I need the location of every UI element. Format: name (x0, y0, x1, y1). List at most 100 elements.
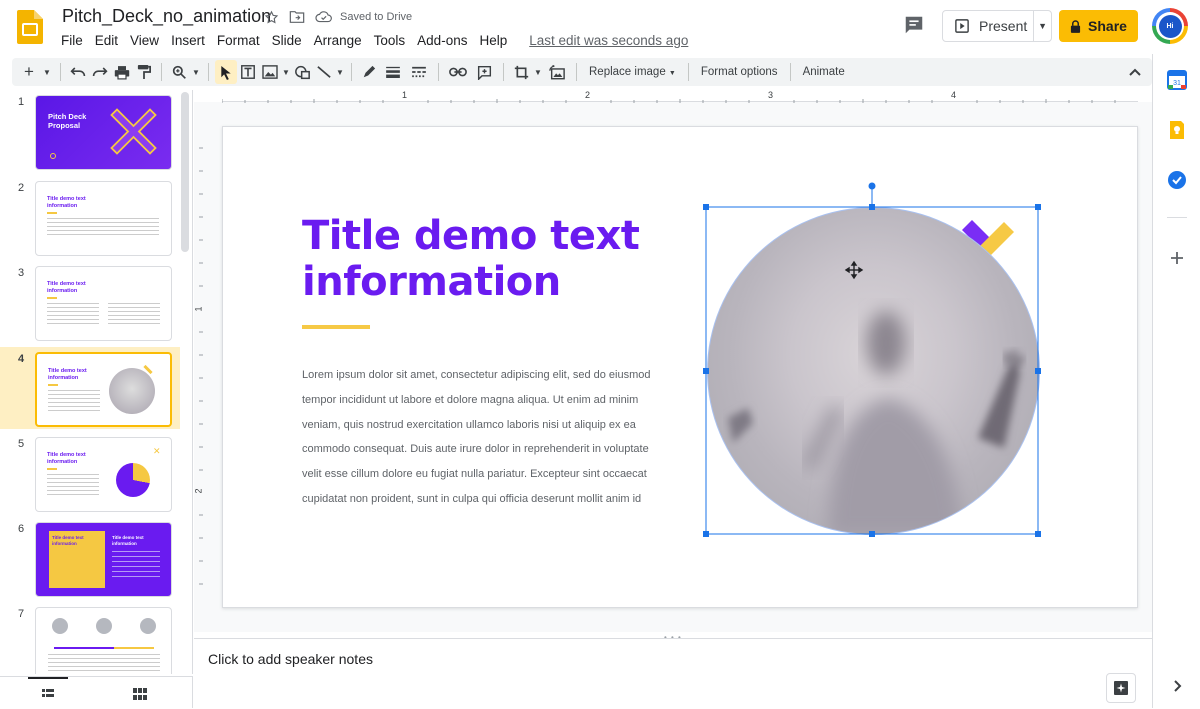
undo-icon[interactable] (67, 60, 89, 84)
crop-dropdown-icon[interactable]: ▼ (532, 60, 544, 84)
thumb-title: Title demo text information (47, 281, 86, 294)
ruler-label-2: 2 (585, 90, 591, 100)
replace-image-label: Replace image (589, 66, 666, 78)
collapse-toolbar-icon[interactable] (1128, 64, 1142, 82)
ruler-ticks (221, 99, 1116, 103)
text-box-icon[interactable] (237, 60, 259, 84)
slide-preview: Title demo text information (35, 266, 172, 341)
slide-thumbnail-6[interactable]: 6 Title demo text information Title demo… (0, 517, 180, 599)
border-dash-icon[interactable] (406, 60, 432, 84)
account-avatar[interactable]: Hi (1152, 8, 1188, 44)
thumb-body-lines (47, 218, 159, 238)
move-folder-icon[interactable] (288, 8, 306, 26)
person-behind-glass-photo[interactable] (707, 207, 1040, 535)
explore-button[interactable] (1106, 673, 1136, 703)
slide-thumbnail-2[interactable]: 2 Title demo text information (0, 176, 180, 258)
format-options-button[interactable]: Format options (695, 66, 784, 78)
menu-tools[interactable]: Tools (368, 31, 412, 50)
menu-view[interactable]: View (124, 31, 165, 50)
select-cursor-icon[interactable] (215, 60, 237, 84)
thumb-underline (48, 384, 58, 386)
zoom-icon[interactable] (168, 60, 190, 84)
new-slide-icon[interactable]: + (18, 60, 40, 84)
menu-edit[interactable]: Edit (89, 31, 124, 50)
horizontal-ruler[interactable]: 1 2 3 4 (221, 90, 1138, 103)
line-dropdown-icon[interactable]: ▼ (335, 60, 345, 84)
cloud-saved-icon[interactable] (314, 8, 332, 26)
keep-icon[interactable] (1167, 120, 1187, 140)
thumb-body-lines (48, 390, 100, 412)
slide-thumbnail-5[interactable]: 5 Title demo text information ✕ (0, 432, 180, 514)
speaker-notes-panel[interactable]: Click to add speaker notes (194, 638, 1152, 676)
share-button[interactable]: Share (1059, 10, 1138, 42)
filmstrip-view-icon[interactable] (28, 677, 68, 709)
print-icon[interactable] (111, 60, 133, 84)
slide-title[interactable]: Title demo text information (302, 213, 642, 305)
menu-insert[interactable]: Insert (165, 31, 211, 50)
slide-number: 7 (18, 608, 25, 620)
thumb-dot (50, 153, 56, 159)
ruler-v-label-1: 1 (193, 306, 204, 312)
comment-history-icon[interactable] (903, 14, 925, 36)
side-panel: 31 (1152, 54, 1200, 708)
title-actions: Saved to Drive (262, 8, 412, 26)
slide-preview: Title demo text information Title demo t… (35, 522, 172, 597)
current-slide[interactable]: Title demo text information Lorem ipsum … (222, 126, 1138, 608)
grid-view-icon[interactable] (133, 687, 147, 705)
thumb-title: Pitch Deck Proposal (48, 112, 87, 130)
menu-arrange[interactable]: Arrange (308, 31, 368, 50)
new-slide-dropdown-icon[interactable]: ▼ (40, 60, 54, 84)
selected-image[interactable] (707, 207, 1040, 535)
animate-button[interactable]: Animate (797, 66, 851, 78)
document-title[interactable]: Pitch_Deck_no_animation (62, 6, 271, 27)
explore-icon (1114, 681, 1128, 695)
thumb-title: Title demo text information (52, 535, 84, 546)
menu-format[interactable]: Format (211, 31, 266, 50)
menu-bar: File Edit View Insert Format Slide Arran… (55, 31, 694, 50)
menu-addons[interactable]: Add-ons (411, 31, 473, 50)
thumb-body-lines (47, 303, 99, 327)
redo-icon[interactable] (89, 60, 111, 84)
filmstrip-scrollbar[interactable] (181, 92, 189, 252)
thumb-title-2: Title demo text information (112, 535, 144, 546)
add-comment-icon[interactable] (471, 60, 497, 84)
present-button[interactable]: Present (943, 11, 1035, 41)
crop-icon[interactable] (510, 60, 532, 84)
present-dropdown-icon[interactable]: ▼ (1034, 21, 1051, 31)
star-icon[interactable] (262, 8, 280, 26)
title-underline[interactable] (302, 325, 370, 329)
slides-logo-icon[interactable] (17, 10, 43, 44)
insert-image-icon[interactable] (259, 60, 281, 84)
slide-thumbnail-3[interactable]: 3 Title demo text information (0, 261, 180, 343)
border-weight-icon[interactable] (380, 60, 406, 84)
image-dropdown-icon[interactable]: ▼ (281, 60, 291, 84)
replace-image-button[interactable]: Replace image ▼ (583, 66, 682, 78)
menu-help[interactable]: Help (473, 31, 513, 50)
vertical-ruler[interactable]: 1 2 (194, 126, 206, 608)
svg-text:31: 31 (1173, 80, 1181, 87)
slide-thumbnail-1[interactable]: 1 Pitch Deck Proposal (0, 90, 180, 172)
border-color-icon[interactable] (358, 60, 380, 84)
shape-icon[interactable] (291, 60, 313, 84)
line-icon[interactable] (313, 60, 335, 84)
slide-number: 6 (18, 523, 25, 535)
present-button-group: Present ▼ (942, 10, 1052, 42)
slide-body-text[interactable]: Lorem ipsum dolor sit amet, consectetur … (302, 363, 662, 512)
thumb-title: Title demo text information (47, 196, 86, 209)
menu-file[interactable]: File (55, 31, 89, 50)
tasks-icon[interactable] (1167, 170, 1187, 190)
expand-panel-chevron-icon[interactable] (1167, 676, 1187, 696)
slide-thumbnail-4[interactable]: 4 Title demo text information (0, 347, 180, 429)
zoom-dropdown-icon[interactable]: ▼ (190, 60, 202, 84)
menu-slide[interactable]: Slide (266, 31, 308, 50)
paint-format-icon[interactable] (133, 60, 155, 84)
calendar-icon[interactable]: 31 (1167, 70, 1187, 90)
side-panel-divider (1167, 217, 1187, 218)
thumb-underline (47, 297, 57, 299)
get-addons-plus-icon[interactable] (1167, 248, 1187, 268)
slide-thumbnail-7[interactable]: 7 (0, 602, 180, 674)
insert-link-icon[interactable] (445, 60, 471, 84)
reset-image-icon[interactable] (544, 60, 570, 84)
speaker-notes-placeholder[interactable]: Click to add speaker notes (208, 651, 373, 667)
last-edit-link[interactable]: Last edit was seconds ago (523, 31, 694, 50)
